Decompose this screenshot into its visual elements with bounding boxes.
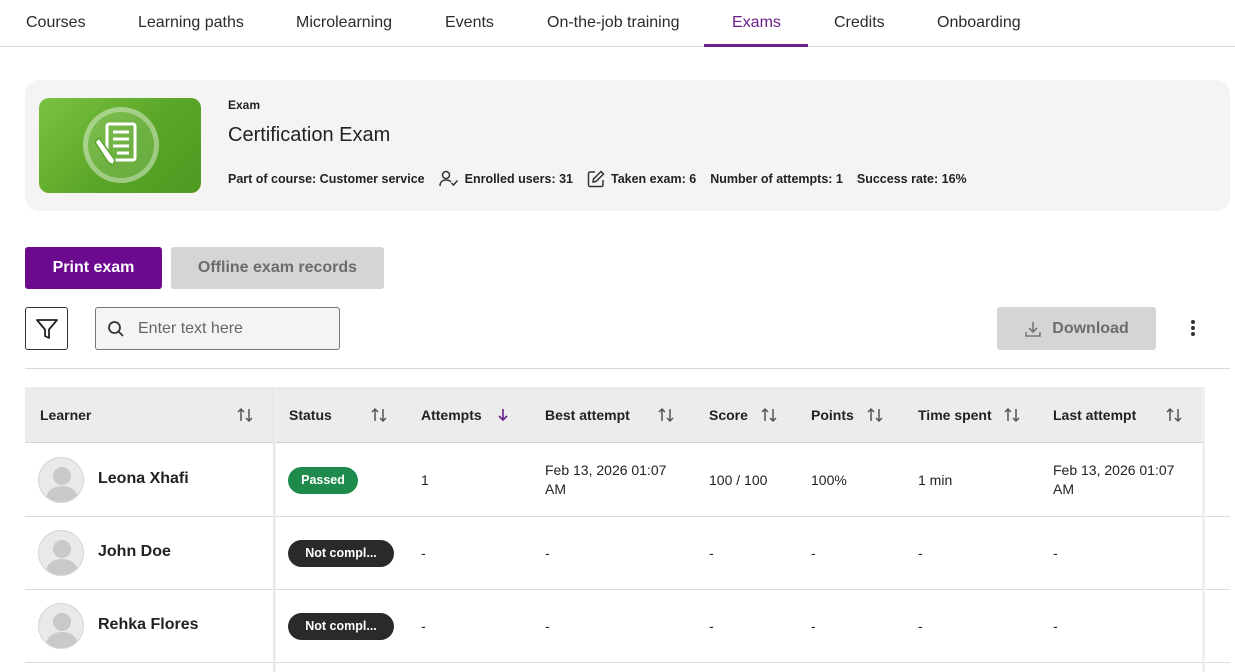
status-badge: Passed [288, 467, 358, 494]
status-badge: Not compl... [288, 613, 394, 640]
course-info: Part of course: Customer service [228, 172, 425, 186]
print-exam-button[interactable]: Print exam [25, 247, 162, 289]
points-value: - [811, 545, 816, 561]
tab-microlearning[interactable]: Microlearning [296, 0, 392, 46]
exam-meta: Part of course: Customer service Enrolle… [228, 170, 981, 188]
sort-desc-icon[interactable] [494, 406, 512, 424]
exam-document-icon [94, 122, 137, 167]
table-row[interactable]: John Doe Not compl... - - - - - - [25, 517, 1230, 590]
sort-icon[interactable] [236, 406, 254, 424]
score-value: - [709, 545, 714, 561]
avatar [38, 530, 84, 576]
user-check-icon [438, 170, 458, 187]
column-header-points[interactable]: Points [811, 387, 854, 443]
tab-events[interactable]: Events [445, 0, 494, 46]
attempts-value: 1 [421, 472, 429, 488]
best-attempt-value: - [545, 618, 550, 634]
time-spent-value: - [918, 618, 923, 634]
user-avatar-icon [45, 613, 79, 648]
more-options-icon[interactable] [1180, 315, 1206, 341]
course-label: Part of course: Customer service [228, 172, 425, 186]
tab-exams[interactable]: Exams [704, 0, 808, 47]
score-value: - [709, 618, 714, 634]
toolbar-divider [25, 368, 1230, 369]
best-attempt-value: - [545, 545, 550, 561]
download-icon [1025, 321, 1042, 337]
table-row[interactable]: Rehka Flores Not compl... - - - - - - [25, 590, 1230, 663]
column-header-last-attempt[interactable]: Last attempt [1053, 387, 1136, 443]
success-rate-label: Success rate: 16% [856, 172, 967, 186]
time-spent-value: 1 min [918, 472, 953, 488]
learner-name[interactable]: Rehka Flores [98, 616, 198, 634]
sort-icon[interactable] [760, 406, 778, 424]
tab-bar: Courses Learning paths Microlearning Eve… [0, 0, 1235, 47]
exam-title: Certification Exam [228, 124, 391, 146]
dot [1191, 332, 1195, 336]
exam-kicker: Exam [228, 98, 261, 112]
search-icon [108, 320, 124, 337]
last-attempt-value: - [1053, 545, 1058, 561]
success-info: Success rate: 16% [857, 172, 967, 186]
sort-icon[interactable] [370, 406, 388, 424]
avatar [38, 603, 84, 649]
learner-name[interactable]: Leona Xhafi [98, 470, 189, 488]
status-badge: Not compl... [288, 540, 394, 567]
column-header-learner[interactable]: Learner [40, 387, 91, 443]
search-input[interactable] [138, 319, 318, 338]
download-button[interactable]: Download [997, 307, 1156, 350]
sort-icon[interactable] [1003, 406, 1021, 424]
best-attempt-value: Feb 13, 2026 01:07 [545, 462, 667, 478]
points-value: - [811, 618, 816, 634]
score-value: 100 / 100 [709, 472, 768, 488]
last-attempt-value: Feb 13, 2026 01:07 [1053, 462, 1175, 478]
sort-icon[interactable] [866, 406, 884, 424]
time-spent-value: - [918, 545, 923, 561]
attempts-label: Number of attempts: 1 [710, 172, 843, 186]
user-avatar-icon [45, 540, 79, 575]
tab-credits[interactable]: Credits [834, 0, 885, 46]
sticky-column-divider [273, 387, 276, 672]
enrolled-label: Enrolled users: 31 [464, 172, 573, 186]
learner-name[interactable]: John Doe [98, 543, 171, 561]
tab-learning-paths[interactable]: Learning paths [138, 0, 244, 46]
tab-onboarding[interactable]: Onboarding [937, 0, 1021, 46]
search-box[interactable] [95, 307, 340, 350]
sort-icon[interactable] [657, 406, 675, 424]
column-header-time-spent[interactable]: Time spent [918, 387, 992, 443]
last-attempt-value: - [1053, 618, 1058, 634]
table-row[interactable]: Leona Xhafi Passed 1 Feb 13, 2026 01:07 … [25, 444, 1230, 517]
column-header-attempts[interactable]: Attempts [421, 387, 482, 443]
enrolled-info: Enrolled users: 31 [438, 170, 573, 188]
dot [1191, 326, 1195, 330]
user-avatar-icon [45, 467, 79, 502]
column-header-status[interactable]: Status [289, 387, 332, 443]
column-header-best-attempt[interactable]: Best attempt [545, 387, 630, 443]
offline-exam-records-button[interactable]: Offline exam records [171, 247, 384, 289]
table-header: Learner Status Attempts Best attempt Sco… [25, 387, 1202, 443]
scroll-edge-shadow [1202, 387, 1205, 672]
attempts-info: Number of attempts: 1 [710, 172, 843, 186]
download-label: Download [1052, 319, 1129, 337]
attempts-value: - [421, 545, 426, 561]
points-value: 100% [811, 472, 847, 488]
taken-info: Taken exam: 6 [587, 170, 696, 188]
filter-icon [35, 318, 58, 339]
edit-icon [587, 170, 605, 188]
exam-thumbnail [39, 98, 201, 193]
column-header-score[interactable]: Score [709, 387, 748, 443]
taken-label: Taken exam: 6 [610, 172, 697, 186]
avatar [38, 457, 84, 503]
exam-info-card: Exam Certification Exam Part of course: … [25, 80, 1230, 211]
tab-on-the-job-training[interactable]: On-the-job training [547, 0, 680, 46]
filter-button[interactable] [25, 307, 68, 350]
tab-courses[interactable]: Courses [26, 0, 86, 46]
sort-icon[interactable] [1165, 406, 1183, 424]
attempts-value: - [421, 618, 426, 634]
dot [1191, 320, 1195, 324]
last-attempt-value-cont: AM [1053, 481, 1074, 497]
best-attempt-value-cont: AM [545, 481, 566, 497]
